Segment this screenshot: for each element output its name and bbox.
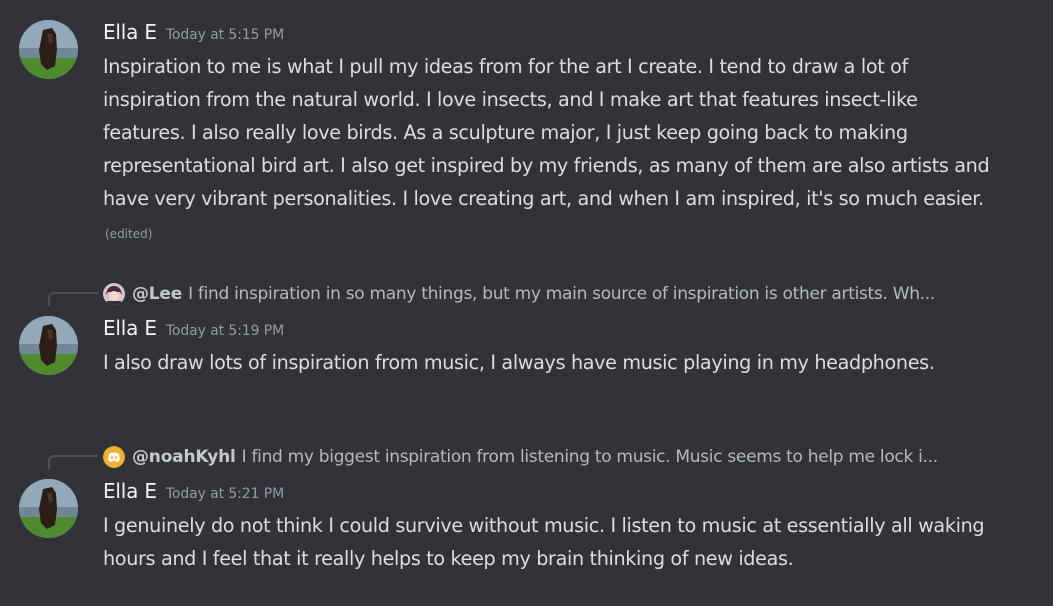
discord-default-avatar[interactable] <box>103 446 125 468</box>
message-timestamp[interactable]: Today at 5:15 PM <box>166 27 284 43</box>
message-content: I also draw lots of inspiration from mus… <box>103 346 1003 379</box>
reply-preview[interactable]: @noahKyhl I find my biggest inspiration … <box>103 445 1033 469</box>
reply-spine <box>48 455 98 469</box>
reply-username[interactable]: @Lee <box>132 284 182 304</box>
reply-text[interactable]: I find my biggest inspiration from liste… <box>242 447 938 467</box>
anime-character-avatar[interactable] <box>103 283 125 305</box>
horse-photo-avatar[interactable] <box>19 316 78 375</box>
message-timestamp[interactable]: Today at 5:19 PM <box>166 323 284 339</box>
message-content: Inspiration to me is what I pull my idea… <box>103 50 1003 251</box>
horse-photo-avatar[interactable] <box>19 20 78 79</box>
message-text: I also draw lots of inspiration from mus… <box>103 351 935 374</box>
author-name[interactable]: Ella E <box>103 316 157 340</box>
author-name[interactable]: Ella E <box>103 20 157 44</box>
reply-text[interactable]: I find inspiration in so many things, bu… <box>188 284 935 304</box>
horse-photo-avatar[interactable] <box>19 479 78 538</box>
chat-log: Ella E Today at 5:15 PM Inspiration to me… <box>0 0 1053 606</box>
message-text: I genuinely do not think I could survive… <box>103 514 985 570</box>
reply-spine <box>48 292 98 306</box>
message-timestamp[interactable]: Today at 5:21 PM <box>166 486 284 502</box>
reply-username[interactable]: @noahKyhl <box>132 447 236 467</box>
reply-preview[interactable]: @Lee I find inspiration in so many thing… <box>103 282 1033 306</box>
author-name[interactable]: Ella E <box>103 479 157 503</box>
message-content: I genuinely do not think I could survive… <box>103 509 1003 575</box>
edited-label: (edited) <box>105 227 153 241</box>
message-text: Inspiration to me is what I pull my idea… <box>103 55 990 210</box>
